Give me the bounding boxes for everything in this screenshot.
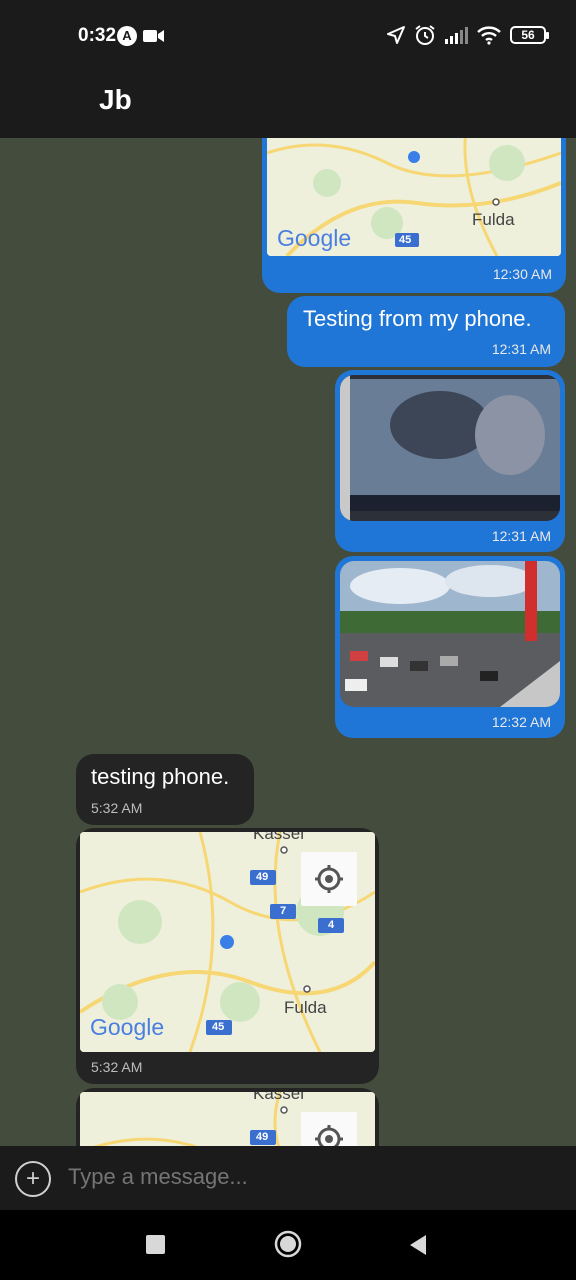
message-text: testing phone. [91,764,230,789]
outgoing-location-message[interactable]: Fulda 45 Google 12:30 AM [262,138,566,293]
outgoing-image-message[interactable]: 12:32 AM [335,556,565,738]
message-input[interactable] [68,1164,548,1190]
outgoing-text-message[interactable]: Testing from my phone. 12:31 AM [287,296,565,367]
auto-icon: A [117,26,137,46]
map-road-label: 49 [256,1131,269,1143]
message-timestamp: 12:31 AM [491,341,551,357]
map-image [80,1092,375,1146]
photo-preview[interactable] [340,375,560,521]
my-location-button[interactable] [301,852,357,906]
add-attachment-button[interactable]: + [15,1161,51,1197]
incoming-location-message[interactable]: Kassel 49 7 4 45 Fulda Google 5:32 AM [76,828,379,1084]
back-icon[interactable] [408,1234,428,1256]
battery-icon: 56 [510,26,549,44]
google-logo: Google [277,225,352,251]
alarm-icon [415,25,435,45]
map-top-label: Kassel [253,832,305,843]
recents-icon[interactable] [146,1235,165,1254]
chat-header: Jb [0,72,576,138]
home-icon[interactable] [274,1230,302,1258]
photo-image [340,375,560,521]
google-logo: Google [90,1014,165,1040]
message-timestamp: 12:30 AM [492,266,552,282]
map-top-label: Kassel [253,1092,305,1103]
message-text: Testing from my phone. [303,306,532,331]
incoming-location-message[interactable]: Kassel 49 [76,1088,379,1146]
message-timestamp: 5:32 AM [91,1059,143,1075]
map-road-label: 45 [212,1021,225,1033]
message-list[interactable]: Fulda 45 Google 12:30 AM Testing from my… [0,138,576,1146]
photo-preview[interactable] [340,561,560,707]
incoming-text-message[interactable]: testing phone. 5:32 AM [76,754,254,825]
location-arrow-icon [387,26,405,44]
contact-name[interactable]: Jb [99,84,132,116]
map-preview[interactable]: Kassel 49 [80,1092,375,1146]
outgoing-image-message[interactable]: 12:31 AM [335,370,565,552]
status-time: 0:32 [78,25,117,46]
map-city-label: Fulda [284,998,327,1017]
message-timestamp: 5:32 AM [91,800,143,816]
message-timestamp: 12:32 AM [491,714,551,730]
wifi-icon [477,26,501,45]
map-road-label: 49 [256,871,269,883]
message-timestamp: 12:31 AM [491,528,551,544]
status-bar: 0:32 A 56 [0,0,576,72]
map-preview[interactable]: Fulda 45 Google [267,138,561,256]
message-composer: + [0,1146,576,1210]
map-road-label: 7 [280,905,287,917]
photo-image [340,561,560,707]
map-preview[interactable]: Kassel 49 7 4 45 Fulda Google [80,832,375,1052]
system-nav-bar [0,1210,576,1280]
video-camera-icon [143,30,164,42]
map-road-label: 45 [399,234,412,246]
map-city-label: Fulda [472,210,515,229]
map-road-label: 4 [328,919,335,931]
signal-icon [445,27,468,44]
